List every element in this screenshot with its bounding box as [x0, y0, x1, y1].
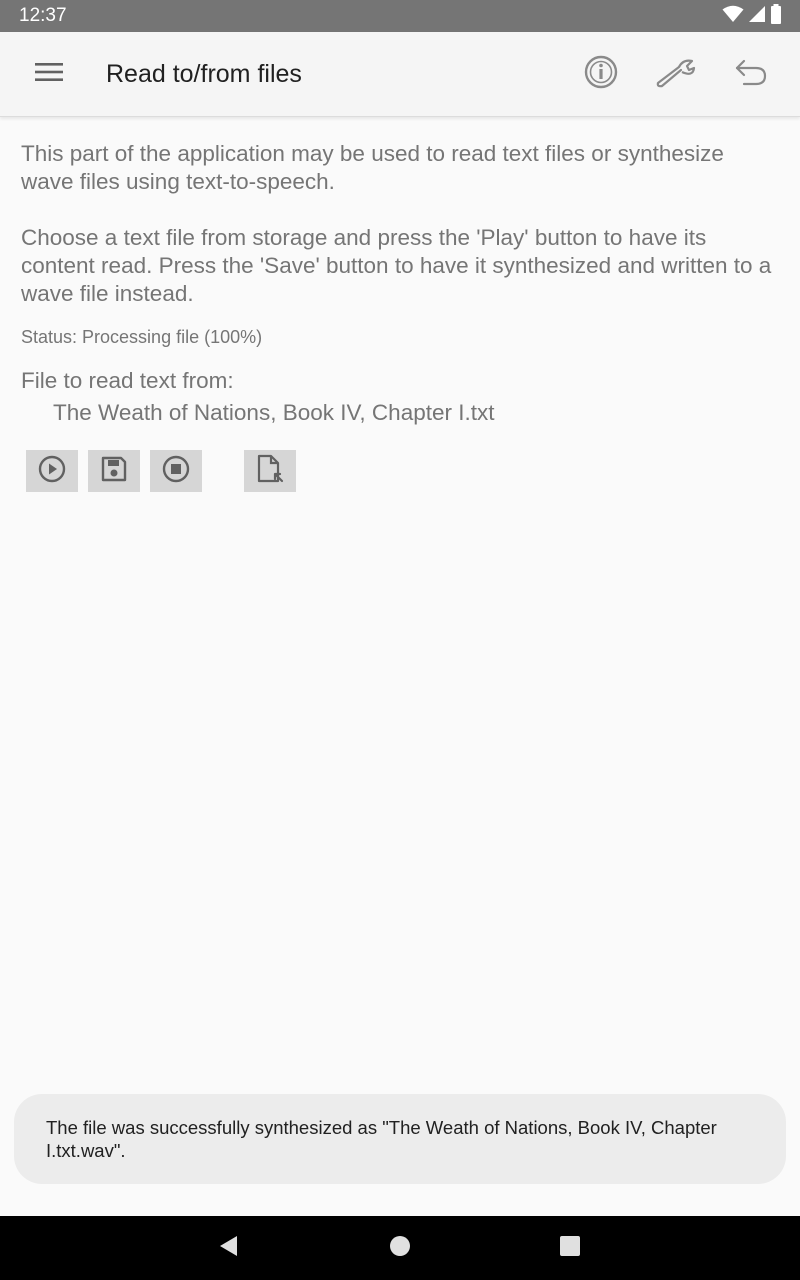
- app-bar: Read to/from files: [0, 32, 800, 117]
- navigation-bar: [0, 1216, 800, 1280]
- intro-text: This part of the application may be used…: [21, 141, 724, 194]
- menu-button[interactable]: [25, 50, 73, 98]
- signal-icon: [748, 5, 766, 28]
- settings-button[interactable]: [652, 50, 700, 98]
- toast-text: The file was successfully synthesized as…: [46, 1117, 717, 1161]
- status-text: Status: Processing file (100%): [21, 327, 263, 347]
- play-icon: [38, 455, 66, 488]
- info-button[interactable]: [577, 50, 625, 98]
- save-button[interactable]: [88, 450, 140, 492]
- recents-icon: [559, 1235, 581, 1262]
- undo-icon: [734, 57, 768, 92]
- page-title: Read to/from files: [106, 60, 302, 88]
- nav-back-button[interactable]: [213, 1232, 245, 1264]
- wrench-icon: [655, 56, 697, 93]
- status-bar: 12:37: [0, 0, 800, 32]
- file-name: The Weath of Nations, Book IV, Chapter I…: [53, 400, 495, 425]
- battery-icon: [770, 3, 782, 29]
- home-icon: [389, 1235, 411, 1262]
- wifi-icon: [722, 5, 744, 28]
- save-icon: [101, 456, 127, 487]
- play-button[interactable]: [26, 450, 78, 492]
- main-content: This part of the application may be used…: [21, 140, 781, 427]
- toast-message: The file was successfully synthesized as…: [14, 1094, 786, 1184]
- back-button[interactable]: [727, 50, 775, 98]
- file-open-icon: [256, 454, 284, 489]
- nav-home-button[interactable]: [384, 1232, 416, 1264]
- action-buttons: [0, 450, 800, 492]
- menu-icon: [35, 62, 63, 87]
- nav-recents-button[interactable]: [554, 1232, 586, 1264]
- file-label: File to read text from:: [21, 368, 234, 393]
- instructions-text: Choose a text file from storage and pres…: [21, 225, 772, 306]
- status-icons: [722, 3, 782, 29]
- choose-file-button[interactable]: [244, 450, 296, 492]
- status-time: 12:37: [19, 5, 67, 26]
- stop-button[interactable]: [150, 450, 202, 492]
- info-icon: [584, 55, 618, 94]
- back-icon: [219, 1235, 239, 1262]
- stop-icon: [162, 455, 190, 488]
